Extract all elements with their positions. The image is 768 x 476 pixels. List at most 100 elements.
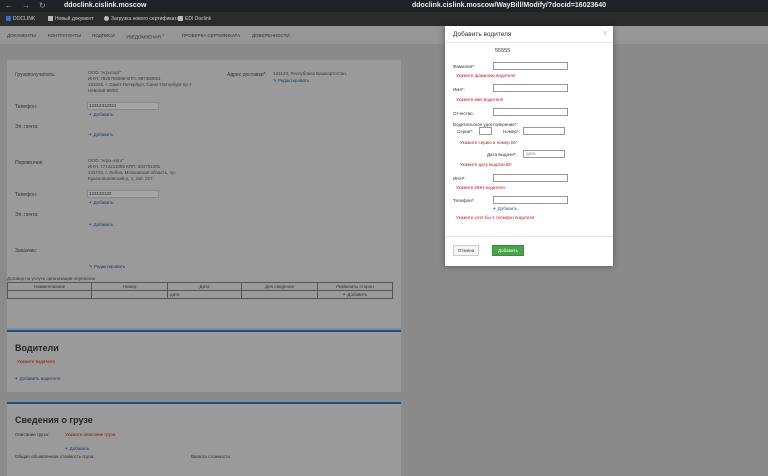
plus-icon: + xyxy=(89,132,92,137)
submit-button[interactable]: Добавить xyxy=(492,245,524,256)
plus-icon: + xyxy=(15,376,18,381)
license-error: Укажите серию и номер ВУ xyxy=(460,140,517,145)
modal-header: Добавить водителя x xyxy=(445,26,613,43)
carrier-address-2: Краснополянский д. 1, лит. 217 xyxy=(88,176,153,181)
carrier-phone-add[interactable]: + Добавить xyxy=(89,200,114,206)
drivers-error: Укажите водителя xyxy=(17,359,55,364)
column-header: Доп.сведения xyxy=(241,282,318,291)
plus-icon: + xyxy=(89,200,92,205)
doclink-logo-icon xyxy=(6,16,11,21)
carrier-phone-value: 123132132 xyxy=(89,191,112,196)
delivery-address-value: 123123, Республика Башкортостан, xyxy=(273,71,348,76)
issue-date-input[interactable]: дата xyxy=(523,150,565,158)
surname-input[interactable] xyxy=(493,62,568,70)
consignee-phone-add[interactable]: + Добавить xyxy=(89,112,114,118)
contract-table: Наименование Номер Дата Доп.сведения Рек… xyxy=(7,282,393,299)
address-bar[interactable]: ddoclink.cislink.moscow xyxy=(64,2,146,9)
cargo-add-link[interactable]: + Добавить xyxy=(65,446,90,451)
plus-icon: + xyxy=(493,206,496,211)
driver-code: 55555 xyxy=(495,48,511,54)
forward-icon[interactable]: → xyxy=(22,2,30,10)
contract-info-cell[interactable] xyxy=(241,290,318,299)
patronymic-input[interactable] xyxy=(493,108,568,116)
column-header: Дата xyxy=(167,282,242,291)
bookmark-edi[interactable]: EDI Doclink xyxy=(178,16,211,22)
menu-signatures[interactable]: ПОДПИСИ xyxy=(92,33,115,38)
bookmark-new-document[interactable]: Новый документ xyxy=(48,16,93,22)
surname-label: Фамилия*: xyxy=(453,64,476,69)
phone-input[interactable] xyxy=(493,196,568,204)
main-menu: ДОКУМЕНТЫ КОНТРАГЕНТЫ ПОДПИСИ УВЕДОМЛЕНИ… xyxy=(0,26,768,44)
carrier-email-add[interactable]: + Добавить xyxy=(89,222,114,228)
phone-add-link[interactable]: + Добавить xyxy=(493,206,518,211)
name-label: Имя*: xyxy=(453,87,465,92)
cargo-desc-label: Описание груза: xyxy=(15,432,50,437)
contract-add-link[interactable]: + Добавить xyxy=(317,290,393,299)
number-label: Номер*: xyxy=(503,129,520,134)
modal-footer-divider xyxy=(445,236,613,237)
drivers-title: Водители xyxy=(15,343,59,353)
plus-icon: + xyxy=(65,446,68,451)
carrier-email-label: Эл. почта: xyxy=(15,212,39,218)
notification-badge: 1 xyxy=(162,33,165,37)
add-driver-modal: Добавить водителя x 55555 Фамилия*: Укаж… xyxy=(445,26,613,266)
surname-error: Укажите фамилию водителя xyxy=(456,73,516,78)
customer-edit-link[interactable]: ✎ Редактировать xyxy=(89,264,125,270)
inn-error: Укажите ИНН водителя xyxy=(456,185,505,190)
issue-date-error: Укажите дату выдачи ВУ xyxy=(460,162,512,167)
menu-documents[interactable]: ДОКУМЕНТЫ xyxy=(7,33,36,38)
delivery-address-label: Адрес доставки*: xyxy=(227,72,267,78)
license-number-input[interactable] xyxy=(523,127,565,135)
issue-date-label: Дата выдачи*: xyxy=(487,152,517,157)
contract-name-cell[interactable] xyxy=(7,290,92,299)
consignee-label: Грузополучатель: xyxy=(15,72,56,78)
consignee-email-label: Эл. почта: xyxy=(15,124,39,130)
contract-number-cell[interactable] xyxy=(91,290,168,299)
cargo-total-label: Общая объявленная стоимость груза: xyxy=(15,454,95,459)
carrier-phone-label: Телефон: xyxy=(15,192,38,198)
phone-label: Телефон*: xyxy=(453,198,475,203)
reload-icon[interactable]: ↻ xyxy=(39,2,46,10)
consignee-address-2: Невский 90/92 xyxy=(88,88,118,93)
browser-titlebar: ← → ↻ ddoclink.cislink.moscow ddoclink.c… xyxy=(0,0,768,12)
plus-icon: + xyxy=(89,112,92,117)
series-label: Серия*: xyxy=(457,129,474,134)
consignee-phone-value: 12312312321 xyxy=(89,103,117,108)
address-bar-url[interactable]: ddoclink.cislink.moscow/WayBill/Modify/?… xyxy=(412,2,606,9)
column-header: Реквизиты сторон xyxy=(317,282,393,291)
license-series-input[interactable] xyxy=(479,127,492,135)
inn-label: ИНН*: xyxy=(453,176,466,181)
inn-input[interactable] xyxy=(493,174,568,182)
delivery-edit-link[interactable]: ✎ Редактировать xyxy=(273,78,309,84)
column-header: Номер xyxy=(91,282,168,291)
menu-contractors[interactable]: КОНТРАГЕНТЫ xyxy=(48,33,81,38)
menu-power-of-attorney[interactable]: ДОВЕРЕННОСТИ xyxy=(252,33,290,38)
plus-icon: + xyxy=(342,292,346,297)
table-row: дата + Добавить xyxy=(7,290,393,299)
modal-title: Добавить водителя xyxy=(453,31,512,38)
cargo-desc-error: Укажите описание груза xyxy=(65,432,116,437)
table-header-row: Наименование Номер Дата Доп.сведения Рек… xyxy=(7,282,393,291)
close-icon[interactable]: x xyxy=(604,30,608,37)
bookmark-doclink[interactable]: DOCLINK xyxy=(6,16,35,22)
column-header: Наименование xyxy=(7,282,92,291)
cargo-panel: Сведения о грузе Описание груза: Укажите… xyxy=(7,404,401,476)
cargo-currency-label: Валюта стоимости: xyxy=(191,454,232,459)
page-icon xyxy=(178,16,183,21)
menu-notifications[interactable]: УВЕДОМЛЕНИЯ 1 xyxy=(126,33,164,40)
menu-certificate-check[interactable]: ПРОВЕРКА СЕРТИФИКАТА xyxy=(182,33,240,38)
contract-date-cell[interactable]: дата xyxy=(167,290,242,299)
pencil-icon: ✎ xyxy=(89,264,93,269)
globe-icon xyxy=(104,16,109,21)
name-error: Укажите имя водителя xyxy=(456,97,504,102)
name-input[interactable] xyxy=(493,84,568,92)
cancel-button[interactable]: Отмена xyxy=(453,245,479,256)
back-icon[interactable]: ← xyxy=(5,2,13,10)
add-driver-link[interactable]: + Добавить водителя xyxy=(15,376,60,381)
bookmark-certificate[interactable]: Загрузка нового сертификата xyxy=(104,16,179,22)
carrier-label: Перевозчик: xyxy=(15,160,44,166)
consignee-phone-label: Телефон: xyxy=(15,104,38,110)
consignee-email-add[interactable]: + Добавить xyxy=(89,132,114,138)
cargo-title: Сведения о грузе xyxy=(15,415,93,425)
pencil-icon: ✎ xyxy=(273,78,277,83)
